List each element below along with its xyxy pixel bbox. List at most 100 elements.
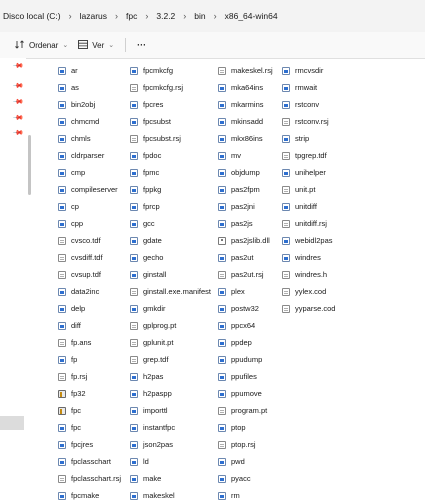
file-item[interactable]: gmkdir [130,300,211,317]
file-item[interactable]: fpcmkcfg [130,62,211,79]
nav-selected-item[interactable] [0,416,24,430]
file-item[interactable]: cp [58,198,121,215]
file-item[interactable]: fpcres [130,96,211,113]
file-item[interactable]: grep.tdf [130,351,211,368]
breadcrumb-item-lazarus[interactable]: lazarus [77,11,110,21]
file-item[interactable]: chmls [58,130,121,147]
file-item[interactable]: unit.pt [282,181,335,198]
file-item[interactable]: fprcp [130,198,211,215]
file-item[interactable]: cldrparser [58,147,121,164]
file-item[interactable]: fp.ans [58,334,121,351]
file-item[interactable]: cpp [58,215,121,232]
file-item[interactable]: ptop [218,419,273,436]
file-item[interactable]: fpcsubst.rsj [130,130,211,147]
file-item[interactable]: cvsdiff.tdf [58,249,121,266]
pin-icon[interactable]: 📌 [12,80,24,92]
file-item[interactable]: bin2obj [58,96,121,113]
file-item[interactable]: fpcmake [58,487,121,504]
file-item[interactable]: gdate [130,232,211,249]
file-item[interactable]: make [130,470,211,487]
file-item[interactable]: chmcmd [58,113,121,130]
file-item[interactable]: fpc [58,419,121,436]
file-item[interactable]: fpc [58,402,121,419]
file-item[interactable]: tpgrep.tdf [282,147,335,164]
file-item[interactable]: gecho [130,249,211,266]
file-item[interactable]: mkarmins [218,96,273,113]
file-item[interactable]: program.pt [218,402,273,419]
file-item[interactable]: pas2ut [218,249,273,266]
file-item[interactable]: pas2jslib.dll [218,232,273,249]
file-item[interactable]: delp [58,300,121,317]
file-item[interactable]: compileserver [58,181,121,198]
file-item[interactable]: plex [218,283,273,300]
file-item[interactable]: data2inc [58,283,121,300]
file-item[interactable]: pas2fpm [218,181,273,198]
file-item[interactable]: rm [218,487,273,504]
file-item[interactable]: yyparse.cod [282,300,335,317]
file-item[interactable]: fpmc [130,164,211,181]
file-item[interactable]: yylex.cod [282,283,335,300]
file-item[interactable]: ppdep [218,334,273,351]
file-item[interactable]: ar [58,62,121,79]
file-item[interactable]: ptop.rsj [218,436,273,453]
file-item[interactable]: gcc [130,215,211,232]
file-item[interactable]: mkinsadd [218,113,273,130]
pin-icon[interactable]: 📌 [12,127,24,139]
file-item[interactable]: ppcx64 [218,317,273,334]
file-item[interactable]: rmwait [282,79,335,96]
file-item[interactable]: pas2js [218,215,273,232]
file-item[interactable]: json2pas [130,436,211,453]
file-item[interactable]: ld [130,453,211,470]
file-item[interactable]: ginstall.exe.manifest [130,283,211,300]
file-item[interactable]: cmp [58,164,121,181]
file-item[interactable]: pwd [218,453,273,470]
file-item[interactable]: mv [218,147,273,164]
file-item[interactable]: pas2jni [218,198,273,215]
file-item[interactable]: fpdoc [130,147,211,164]
file-item[interactable]: pyacc [218,470,273,487]
file-item[interactable]: fppkg [130,181,211,198]
file-item[interactable]: rmcvsdir [282,62,335,79]
breadcrumb-item-drive[interactable]: Disco local (C:) [0,11,64,21]
nav-scrollbar[interactable] [28,135,31,195]
more-options-button[interactable]: ··· [132,40,151,50]
pin-icon[interactable]: 📌 [12,112,24,124]
file-item[interactable]: instantfpc [130,419,211,436]
file-item[interactable]: as [58,79,121,96]
breadcrumb-item-bin[interactable]: bin [191,11,208,21]
file-item[interactable]: rstconv [282,96,335,113]
file-item[interactable]: gplprog.pt [130,317,211,334]
breadcrumb-item-current[interactable]: x86_64-win64 [222,11,281,21]
file-item[interactable]: windres.h [282,266,335,283]
file-item[interactable]: diff [58,317,121,334]
file-item[interactable]: fpclasschart [58,453,121,470]
file-item[interactable]: unitdiff [282,198,335,215]
pin-icon[interactable]: 📌 [12,60,24,72]
file-item[interactable]: strip [282,130,335,147]
breadcrumb-item-fpc[interactable]: fpc [123,11,140,21]
file-item[interactable]: makeskel.rsj [218,62,273,79]
file-item[interactable]: rstconv.rsj [282,113,335,130]
file-item[interactable]: mkx86ins [218,130,273,147]
file-item[interactable]: ppufiles [218,368,273,385]
file-item[interactable]: fp.rsj [58,368,121,385]
file-item[interactable]: ppudump [218,351,273,368]
file-item[interactable]: fpcmkcfg.rsj [130,79,211,96]
view-button[interactable]: Ver ⌄ [73,39,119,51]
file-item[interactable]: cvsco.tdf [58,232,121,249]
file-item[interactable]: ppumove [218,385,273,402]
file-item[interactable]: fpcjres [58,436,121,453]
file-item[interactable]: fpclasschart.rsj [58,470,121,487]
file-item[interactable]: makeskel [130,487,211,504]
breadcrumb-item-version[interactable]: 3.2.2 [153,11,178,21]
file-item[interactable]: unitdiff.rsj [282,215,335,232]
file-item[interactable]: fp [58,351,121,368]
file-item[interactable]: windres [282,249,335,266]
file-item[interactable]: cvsup.tdf [58,266,121,283]
file-item[interactable]: importtl [130,402,211,419]
file-item[interactable]: ginstall [130,266,211,283]
pin-icon[interactable]: 📌 [12,96,24,108]
file-item[interactable]: fpcsubst [130,113,211,130]
file-item[interactable]: objdump [218,164,273,181]
file-item[interactable]: webidl2pas [282,232,335,249]
